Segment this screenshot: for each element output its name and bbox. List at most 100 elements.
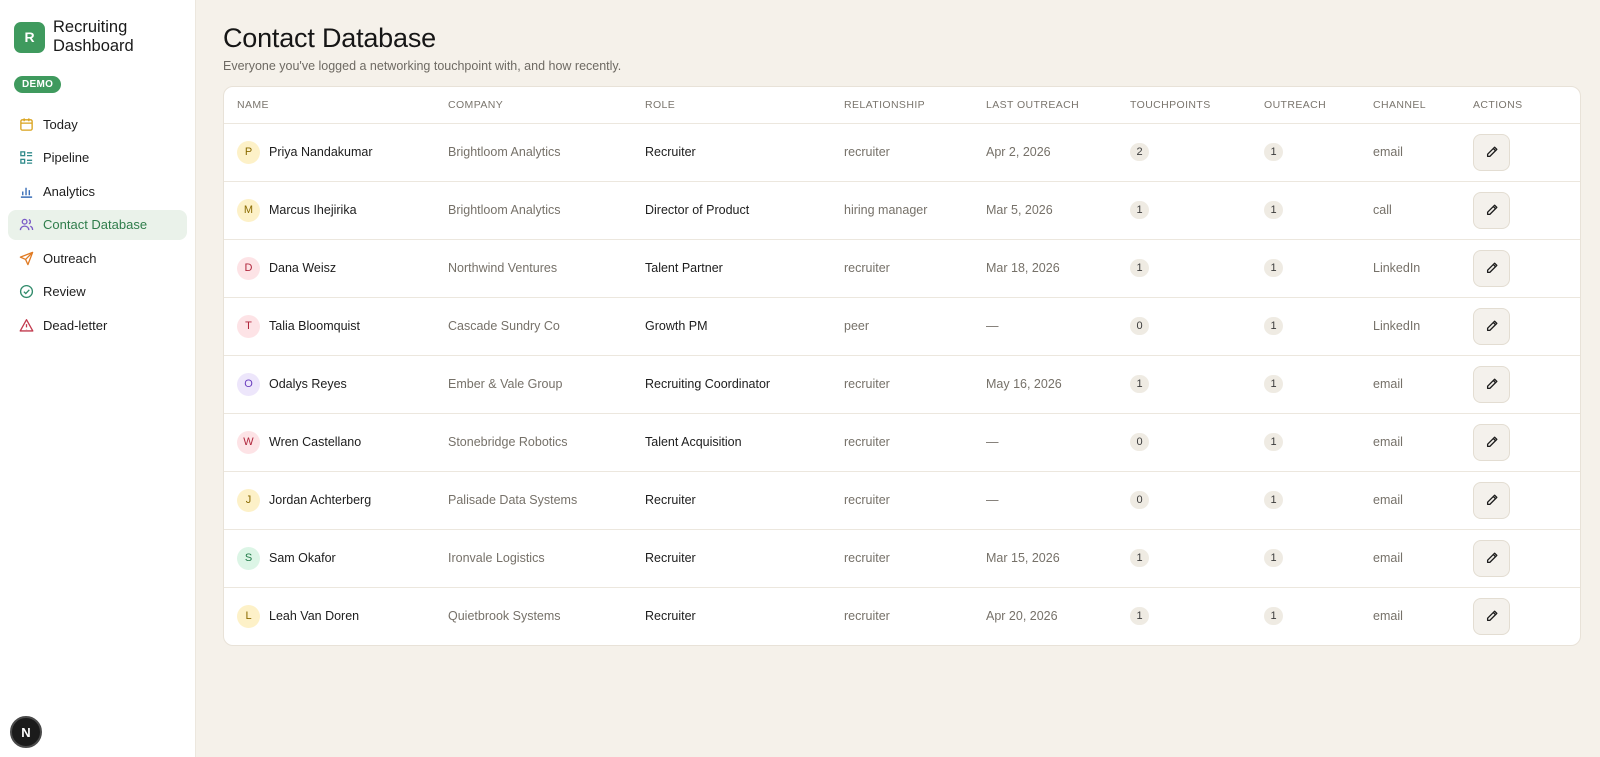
sidebar-item-label: Contact Database	[43, 217, 148, 232]
pencil-icon	[1485, 203, 1499, 217]
brand-title-line1: Recruiting	[53, 18, 128, 36]
cell-company: Ember & Vale Group	[435, 355, 632, 414]
cell-actions	[1460, 181, 1580, 240]
table-row[interactable]: P Priya Nandakumar Brightloom Analytics Rec…	[224, 123, 1580, 182]
edit-contact-button[interactable]	[1473, 423, 1510, 461]
sidebar-item-dead-letter[interactable]: Dead-letter	[8, 310, 187, 340]
cell-company: Northwind Ventures	[435, 239, 632, 298]
cell-last-outreach: May 16, 2026	[973, 355, 1117, 414]
contact-name: J Jordan Achterberg	[237, 488, 435, 512]
cell-touchpoints: 0	[1117, 297, 1251, 356]
table-row[interactable]: S Sam Okafor Ironvale Logistics Recruiter re…	[224, 529, 1580, 588]
table-row[interactable]: W Wren Castellano Stonebridge Robotics Tale…	[224, 413, 1580, 472]
sidebar: R Recruiting Dashboard DEMO Today Pipelin…	[0, 0, 196, 757]
contact-name: M Marcus Ihejirika	[237, 198, 435, 222]
outreach-count-badge: 1	[1264, 491, 1283, 509]
touchpoints-count-badge: 2	[1130, 143, 1149, 161]
contact-name-text: Jordan Achterberg	[269, 493, 372, 507]
edit-contact-button[interactable]	[1473, 539, 1510, 577]
edit-contact-button[interactable]	[1473, 191, 1510, 229]
edit-contact-button[interactable]	[1473, 307, 1510, 345]
cell-outreach: 1	[1251, 529, 1360, 588]
brand: R Recruiting Dashboard	[0, 0, 195, 56]
table-row[interactable]: T Talia Bloomquist Cascade Sundry Co Growth…	[224, 297, 1580, 356]
contact-name-text: Talia Bloomquist	[269, 319, 361, 333]
touchpoints-count-badge: 1	[1130, 607, 1149, 626]
cell-name: O Odalys Reyes	[224, 355, 435, 414]
sidebar-item-label: Today	[43, 116, 78, 132]
cell-channel: email	[1360, 471, 1460, 530]
cell-role: Recruiter	[632, 529, 831, 588]
cell-touchpoints: 1	[1117, 181, 1251, 240]
cell-actions	[1460, 587, 1580, 645]
sidebar-item-review[interactable]: Review	[8, 277, 187, 307]
next-dev-badge[interactable]: N	[10, 716, 42, 748]
cell-name: M Marcus Ihejirika	[224, 181, 435, 240]
outreach-count-badge: 1	[1264, 549, 1283, 567]
cell-outreach: 1	[1251, 471, 1360, 530]
cell-relationship: recruiter	[831, 123, 973, 182]
cell-actions	[1460, 123, 1580, 182]
check-circle-icon	[18, 284, 34, 300]
sidebar-nav: Today Pipeline Analytics Contact Database Ou…	[0, 109, 195, 340]
cell-outreach: 1	[1251, 239, 1360, 298]
edit-contact-button[interactable]	[1473, 481, 1510, 519]
outreach-count-badge: 1	[1264, 143, 1283, 161]
cell-touchpoints: 1	[1117, 239, 1251, 298]
page-subtitle: Everyone you've logged a networking touc…	[223, 59, 622, 73]
sidebar-item-today[interactable]: Today	[8, 109, 187, 139]
sidebar-item-pipeline[interactable]: Pipeline	[8, 143, 187, 173]
contact-name-text: Sam Okafor	[269, 551, 336, 565]
cell-touchpoints: 1	[1117, 587, 1251, 645]
contact-name: L Leah Van Doren	[237, 604, 435, 628]
pencil-icon	[1485, 261, 1499, 275]
cell-company: Stonebridge Robotics	[435, 413, 632, 472]
avatar: J	[237, 488, 260, 512]
contact-name-text: Marcus Ihejirika	[269, 203, 357, 217]
cell-company: Cascade Sundry Co	[435, 297, 632, 356]
edit-contact-button[interactable]	[1473, 133, 1510, 171]
touchpoints-count-badge: 0	[1130, 433, 1149, 451]
table-row[interactable]: O Odalys Reyes Ember & Vale Group Recruitin…	[224, 355, 1580, 414]
outreach-count-badge: 1	[1264, 317, 1283, 335]
edit-contact-button[interactable]	[1473, 365, 1510, 403]
touchpoints-count-badge: 1	[1130, 549, 1149, 567]
cell-touchpoints: 0	[1117, 413, 1251, 472]
avatar: P	[237, 140, 260, 164]
table-row[interactable]: L Leah Van Doren Quietbrook Systems Recruit…	[224, 587, 1580, 645]
brand-logo: R	[14, 21, 45, 53]
cell-actions	[1460, 239, 1580, 298]
table-row[interactable]: J Jordan Achterberg Palisade Data Systems R…	[224, 471, 1580, 530]
cell-outreach: 1	[1251, 413, 1360, 472]
cell-channel: email	[1360, 529, 1460, 588]
pencil-icon	[1485, 319, 1499, 333]
contact-name: W Wren Castellano	[237, 430, 435, 454]
sidebar-item-contact-database[interactable]: Contact Database	[8, 209, 187, 240]
contact-name-text: Leah Van Doren	[269, 609, 360, 624]
cell-company: Palisade Data Systems	[435, 471, 632, 530]
edit-contact-button[interactable]	[1473, 249, 1510, 287]
cell-actions	[1460, 471, 1580, 530]
contact-name: S Sam Okafor	[237, 546, 435, 570]
cell-last-outreach: —	[973, 471, 1117, 530]
outreach-count-badge: 1	[1264, 259, 1283, 277]
contact-name-text: Dana Weisz	[269, 261, 337, 275]
avatar: D	[237, 256, 260, 280]
brand-title: Recruiting Dashboard	[53, 18, 134, 56]
table-row[interactable]: M Marcus Ihejirika Brightloom Analytics Dir…	[224, 181, 1580, 240]
cell-last-outreach: Mar 5, 2026	[973, 181, 1117, 240]
column-header-actions: ACTIONS	[1460, 87, 1580, 124]
cell-channel: email	[1360, 123, 1460, 182]
cell-actions	[1460, 529, 1580, 588]
outreach-count-badge: 1	[1264, 375, 1283, 393]
column-header-last-outreach: LAST OUTREACH	[973, 87, 1117, 124]
edit-contact-button[interactable]	[1473, 597, 1510, 635]
sidebar-item-analytics[interactable]: Analytics	[8, 176, 187, 206]
cell-channel: call	[1360, 181, 1460, 240]
pencil-icon	[1485, 145, 1499, 159]
sidebar-item-outreach[interactable]: Outreach	[8, 243, 187, 273]
table-row[interactable]: D Dana Weisz Northwind Ventures Talent Part…	[224, 239, 1580, 298]
table-header-row: NAME COMPANY ROLE RELATIONSHIP LAST OUTREACH…	[224, 87, 1580, 124]
cell-outreach: 1	[1251, 123, 1360, 182]
cell-name: P Priya Nandakumar	[224, 123, 435, 182]
